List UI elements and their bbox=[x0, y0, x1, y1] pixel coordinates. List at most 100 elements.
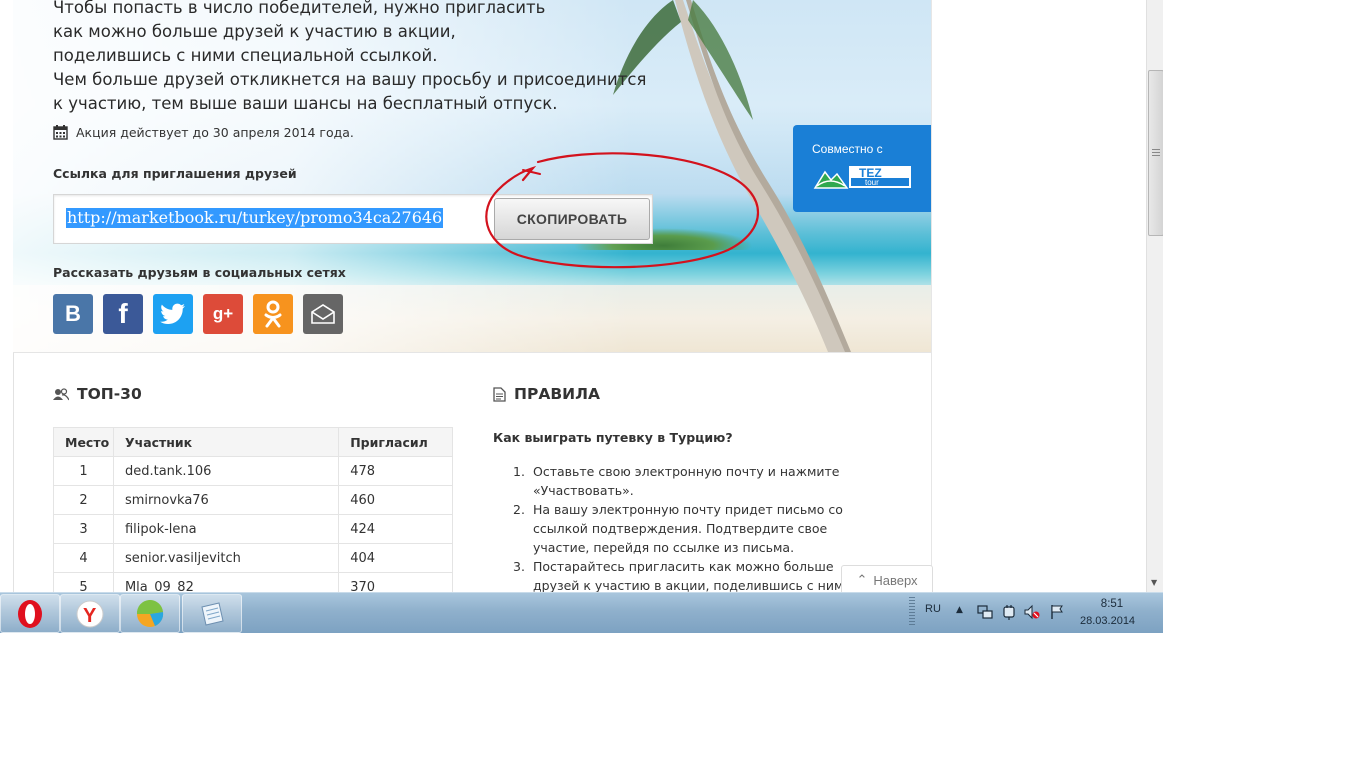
list-number: 2. bbox=[513, 502, 525, 517]
rules-question: Как выиграть путевку в Турцию? bbox=[493, 430, 733, 445]
facebook-icon[interactable]: f bbox=[103, 294, 143, 334]
invite-link-url[interactable]: http://marketbook.ru/turkey/promo34ca276… bbox=[66, 208, 444, 228]
list-item: 2. На вашу электронную почту придет письм… bbox=[513, 500, 883, 557]
mail-icon[interactable] bbox=[303, 294, 343, 334]
partner-label: Совместно с bbox=[812, 142, 883, 156]
promo-line: поделившись с ними специальной ссылкой. bbox=[53, 46, 438, 65]
section-divider bbox=[13, 352, 931, 353]
share-label: Рассказать друзьям в социальных сетях bbox=[53, 265, 346, 280]
back-to-top-button[interactable]: ⌃ Наверх bbox=[841, 565, 933, 592]
yandex-browser-icon: Y bbox=[76, 600, 104, 627]
table-row: 3 filipok-lena 424 bbox=[53, 514, 453, 544]
calendar-icon bbox=[53, 125, 68, 140]
invite-link-field[interactable]: http://marketbook.ru/turkey/promo34ca276… bbox=[53, 194, 653, 244]
app-icon bbox=[136, 599, 164, 627]
language-indicator[interactable]: RU bbox=[925, 603, 941, 615]
rules-list: 1. Оставьте свою электронную почту и нажм… bbox=[513, 462, 883, 592]
user-cell: smirnovka76 bbox=[112, 485, 340, 515]
table-header-row: Место Участник Пригласил bbox=[53, 427, 453, 457]
notepad-taskbar-button[interactable] bbox=[182, 594, 242, 633]
leaderboard-table: Место Участник Пригласил 1 ded.tank.106 … bbox=[53, 427, 453, 592]
promo-description: Чтобы попасть в число победителей, нужно… bbox=[53, 0, 647, 116]
deadline-text: Акция действует до 30 апреля 2014 года. bbox=[76, 125, 354, 140]
twitter-bird-glyph bbox=[160, 303, 185, 324]
table-row: 1 ded.tank.106 478 bbox=[53, 456, 453, 486]
place-cell: 5 bbox=[53, 572, 114, 592]
vk-glyph: В bbox=[65, 301, 81, 326]
svg-text:tour: tour bbox=[865, 178, 879, 187]
copy-link-button[interactable]: СКОПИРОВАТЬ bbox=[494, 198, 650, 240]
invited-cell: 424 bbox=[338, 514, 453, 544]
top30-heading: ТОП-30 bbox=[53, 385, 142, 403]
promo-line: Чем больше друзей откликнется на вашу пр… bbox=[53, 70, 647, 89]
clock-date[interactable]: 28.03.2014 bbox=[1080, 615, 1135, 627]
show-hidden-icons-arrow-icon[interactable]: ▲ bbox=[956, 605, 963, 615]
place-cell: 4 bbox=[53, 543, 114, 573]
notepad-icon bbox=[201, 601, 224, 626]
google-plus-glyph: g+ bbox=[212, 304, 234, 323]
chevron-up-icon: ⌃ bbox=[856, 572, 868, 587]
app-taskbar-button[interactable] bbox=[120, 594, 180, 633]
facebook-glyph: f bbox=[118, 298, 128, 329]
promo-line: Чтобы попасть в число победителей, нужно… bbox=[53, 0, 546, 17]
column-header: Участник bbox=[112, 427, 340, 457]
back-to-top-label: Наверх bbox=[873, 572, 918, 588]
social-share-buttons: В f g+ bbox=[53, 294, 343, 334]
invite-link-label: Ссылка для приглашения друзей bbox=[53, 166, 297, 181]
vertical-scrollbar[interactable]: ▼ bbox=[1146, 0, 1163, 592]
twitter-icon[interactable] bbox=[153, 294, 193, 334]
list-item: 3. Постарайтесь пригласить как можно боль… bbox=[513, 557, 883, 592]
list-text: Постарайтесь пригласить как можно больше… bbox=[533, 559, 852, 592]
user-cell: filipok-lena bbox=[112, 514, 340, 544]
browser-viewport: Чтобы попасть в число победителей, нужно… bbox=[0, 0, 1163, 592]
opera-icon bbox=[18, 599, 42, 628]
page-right-margin bbox=[931, 0, 1147, 592]
list-number: 3. bbox=[513, 559, 525, 574]
scrollbar-thumb[interactable] bbox=[1148, 70, 1163, 236]
invited-cell: 404 bbox=[338, 543, 453, 573]
list-text: Оставьте свою электронную почту и нажмит… bbox=[533, 464, 840, 498]
place-cell: 3 bbox=[53, 514, 114, 544]
user-cell: Mla_09_82 bbox=[112, 572, 340, 592]
google-plus-icon[interactable]: g+ bbox=[203, 294, 243, 334]
odnoklassniki-glyph bbox=[264, 300, 282, 328]
network-icon[interactable] bbox=[977, 604, 993, 620]
top30-title: ТОП-30 bbox=[77, 385, 142, 403]
vk-icon[interactable]: В bbox=[53, 294, 93, 334]
power-plug-icon[interactable] bbox=[1001, 604, 1017, 620]
yandex-browser-taskbar-button[interactable]: Y bbox=[60, 594, 120, 633]
invited-cell: 478 bbox=[338, 456, 453, 486]
scroll-down-arrow-icon[interactable]: ▼ bbox=[1151, 578, 1157, 587]
list-number: 1. bbox=[513, 464, 525, 479]
opera-taskbar-button[interactable] bbox=[0, 594, 60, 633]
user-cell: ded.tank.106 bbox=[112, 456, 340, 486]
odnoklassniki-icon[interactable] bbox=[253, 294, 293, 334]
list-item: 1. Оставьте свою электронную почту и нажм… bbox=[513, 462, 883, 500]
document-icon bbox=[493, 386, 506, 402]
invited-cell: 370 bbox=[338, 572, 453, 592]
scrollbar-grip bbox=[1152, 149, 1160, 156]
promo-line: как можно больше друзей к участию в акци… bbox=[53, 22, 456, 41]
envelope-glyph bbox=[311, 304, 335, 324]
tez-tour-logo: TEZ tour bbox=[813, 166, 911, 189]
promo-line: к участию, тем выше ваши шансы на беспла… bbox=[53, 94, 558, 113]
user-cell: senior.vasiljevitch bbox=[112, 543, 340, 573]
place-cell: 1 bbox=[53, 456, 114, 486]
action-center-flag-icon[interactable] bbox=[1049, 604, 1065, 620]
promo-deadline: Акция действует до 30 апреля 2014 года. bbox=[53, 125, 354, 140]
invited-cell: 460 bbox=[338, 485, 453, 515]
partner-badge[interactable]: Совместно с TEZ tour bbox=[793, 125, 931, 212]
clock-time[interactable]: 8:51 bbox=[1097, 598, 1127, 610]
tray-separator-grip bbox=[909, 597, 915, 627]
place-cell: 2 bbox=[53, 485, 114, 515]
users-icon bbox=[53, 387, 69, 400]
table-row: 2 smirnovka76 460 bbox=[53, 485, 453, 515]
rules-heading: ПРАВИЛА bbox=[493, 385, 600, 403]
table-row: 5 Mla_09_82 370 bbox=[53, 572, 453, 592]
volume-muted-icon[interactable] bbox=[1024, 604, 1040, 620]
column-header: Место bbox=[53, 427, 114, 457]
svg-text:Y: Y bbox=[83, 605, 97, 627]
column-header: Пригласил bbox=[338, 427, 453, 457]
list-text: На вашу электронную почту придет письмо … bbox=[533, 502, 843, 555]
rules-title: ПРАВИЛА bbox=[514, 385, 600, 403]
